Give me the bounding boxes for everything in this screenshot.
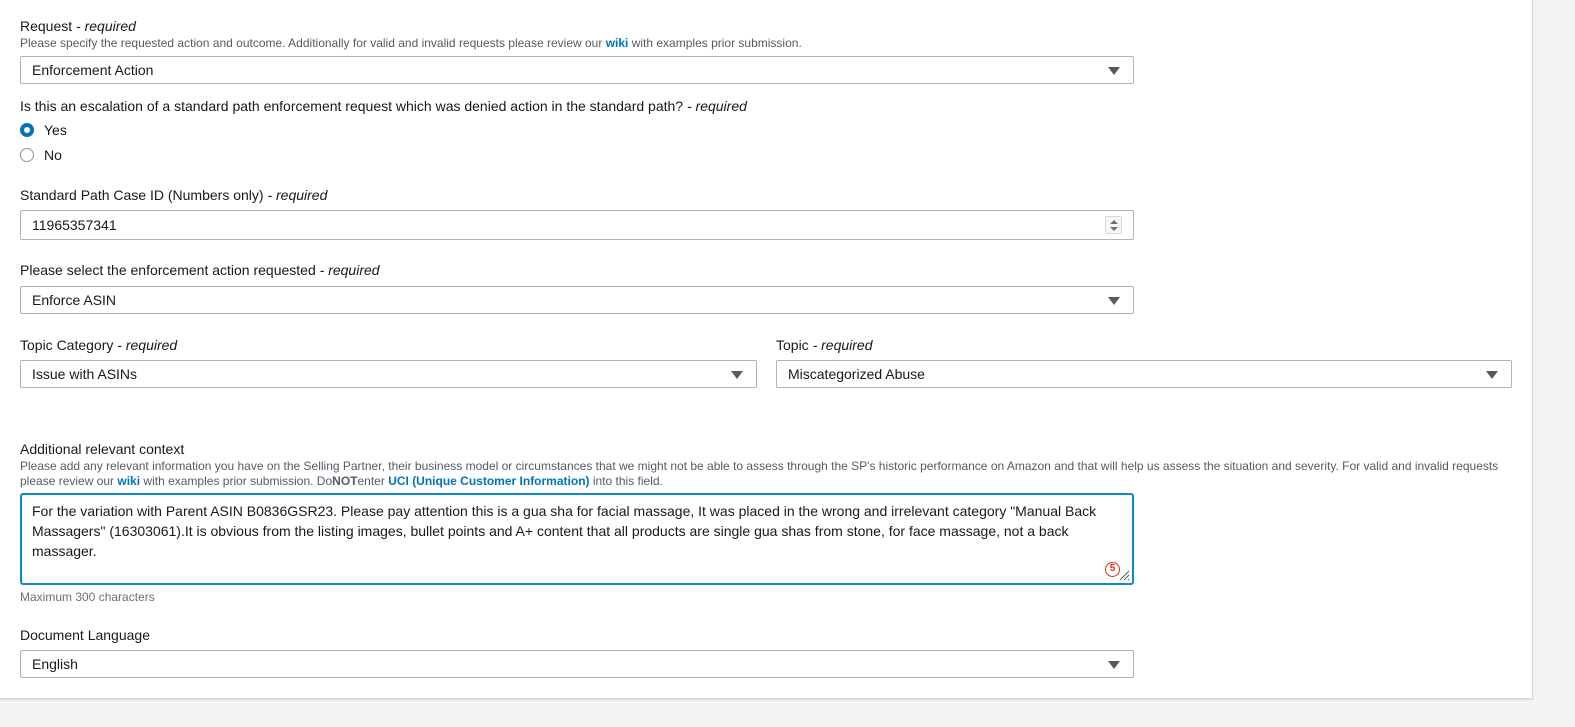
topic-category-value: Issue with ASINs [32, 366, 138, 382]
caret-down-icon [1486, 371, 1498, 379]
context-textarea[interactable]: For the variation with Parent ASIN B0836… [20, 493, 1134, 585]
number-spinner[interactable] [1105, 216, 1122, 234]
caret-down-icon [1108, 67, 1120, 75]
case-id-value: 11965357341 [32, 217, 117, 233]
radio-checked-icon[interactable] [20, 123, 34, 137]
topic-value: Miscategorized Abuse [788, 366, 925, 382]
max-characters-hint: Maximum 300 characters [20, 590, 155, 604]
action-label: Please select the enforcement action req… [20, 262, 380, 278]
caret-down-icon [1108, 661, 1120, 669]
wiki-link[interactable]: wiki [117, 474, 140, 488]
form-panel: Request - required Please specify the re… [0, 0, 1533, 699]
request-select-value: Enforcement Action [32, 62, 154, 78]
context-text: For the variation with Parent ASIN B0836… [32, 503, 1097, 559]
case-id-label: Standard Path Case ID (Numbers only) - r… [20, 187, 328, 203]
language-value: English [32, 656, 78, 672]
caret-down-icon [1108, 297, 1120, 305]
spinner-down-icon[interactable] [1110, 227, 1118, 231]
request-label: Request - required [20, 18, 136, 34]
request-select[interactable]: Enforcement Action [20, 56, 1134, 84]
radio-label-yes: Yes [44, 122, 67, 138]
wiki-link[interactable]: wiki [606, 36, 629, 50]
action-select-value: Enforce ASIN [32, 292, 117, 308]
language-select[interactable]: English [20, 650, 1134, 678]
resize-grip-icon[interactable] [1118, 569, 1130, 581]
topic-label: Topic - required [776, 337, 873, 353]
topic-category-label: Topic Category - required [20, 337, 178, 353]
context-label: Additional relevant context [20, 441, 185, 457]
radio-unchecked-icon[interactable] [20, 148, 34, 162]
context-description: Please add any relevant information you … [20, 459, 1499, 488]
spinner-up-icon[interactable] [1110, 220, 1118, 224]
caret-down-icon [731, 371, 743, 379]
radio-label-no: No [44, 147, 62, 163]
topic-category-select[interactable]: Issue with ASINs [20, 360, 757, 388]
case-id-input[interactable]: 11965357341 [20, 210, 1134, 240]
uci-link[interactable]: UCI (Unique Customer Information) [388, 474, 589, 488]
escalation-label: Is this an escalation of a standard path… [20, 98, 747, 114]
action-select[interactable]: Enforce ASIN [20, 286, 1134, 314]
topic-select[interactable]: Miscategorized Abuse [776, 360, 1512, 388]
language-label: Document Language [20, 627, 150, 643]
request-description: Please specify the requested action and … [20, 36, 802, 50]
